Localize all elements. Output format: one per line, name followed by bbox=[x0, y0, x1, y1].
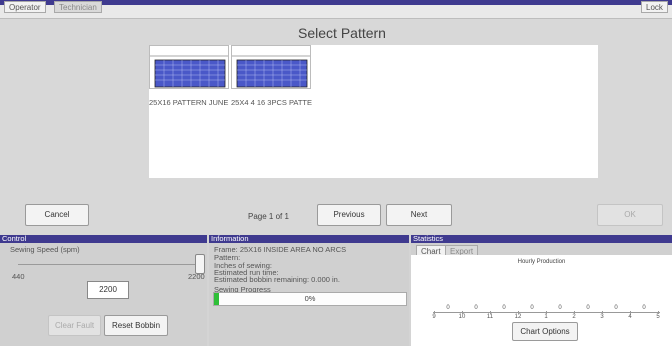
next-button[interactable]: Next bbox=[386, 204, 452, 226]
x-tick-label: 4 bbox=[628, 314, 632, 320]
chart-title: Hourly Production bbox=[517, 259, 566, 265]
x-tick-mark bbox=[602, 311, 603, 314]
pattern-thumbnail[interactable] bbox=[149, 45, 229, 89]
x-tick-label: 2 bbox=[572, 314, 576, 320]
bar-value-label: 0 bbox=[642, 305, 646, 311]
sewing-speed-label: Sewing Speed (spm) bbox=[10, 245, 80, 254]
pattern-preview-icon bbox=[150, 55, 228, 88]
sewing-progress-text: 0% bbox=[304, 294, 316, 303]
bar-value-label: 0 bbox=[558, 305, 562, 311]
reset-bobbin-button[interactable]: Reset Bobbin bbox=[104, 315, 168, 336]
bar-value-label: 0 bbox=[502, 305, 506, 311]
ok-button[interactable]: OK bbox=[597, 204, 663, 226]
page-title: Select Pattern bbox=[298, 25, 386, 41]
statistics-header: Statistics bbox=[411, 235, 672, 243]
clear-fault-button[interactable]: Clear Fault bbox=[48, 315, 101, 336]
pattern-label[interactable]: 25X4 4 16 3PCS PATTERN bbox=[231, 98, 312, 107]
bar-value-label: 0 bbox=[446, 305, 450, 311]
speed-slider-track bbox=[18, 264, 202, 265]
lock-button[interactable]: Lock bbox=[641, 1, 668, 13]
speed-max-label: 2200 bbox=[188, 272, 205, 281]
pattern-preview-icon bbox=[232, 55, 310, 88]
tab-operator[interactable]: Operator bbox=[4, 1, 46, 13]
pattern-thumbnail[interactable] bbox=[231, 45, 311, 89]
x-tick-label: 12 bbox=[514, 314, 522, 320]
x-tick-label: 10 bbox=[458, 314, 466, 320]
x-tick-mark bbox=[546, 311, 547, 314]
chart-options-button[interactable]: Chart Options bbox=[512, 322, 578, 341]
x-tick-label: 5 bbox=[656, 314, 660, 320]
x-tick-mark bbox=[462, 311, 463, 314]
tab-technician[interactable]: Technician bbox=[54, 1, 102, 13]
previous-button[interactable]: Previous bbox=[317, 204, 381, 226]
bar-value-label: 0 bbox=[530, 305, 534, 311]
x-tick-mark bbox=[630, 311, 631, 314]
x-tick-label: 3 bbox=[600, 314, 604, 320]
speed-min-label: 440 bbox=[12, 272, 25, 281]
bar-value-label: 0 bbox=[474, 305, 478, 311]
bobbin-info: Estimated bobbin remaining: 0.000 in. bbox=[214, 275, 340, 284]
speed-slider-thumb[interactable] bbox=[195, 254, 205, 274]
x-tick-mark bbox=[518, 311, 519, 314]
speed-input[interactable]: 2200 bbox=[87, 281, 129, 299]
x-tick-mark bbox=[434, 311, 435, 314]
bar-value-label: 0 bbox=[586, 305, 590, 311]
x-tick-mark bbox=[658, 311, 659, 314]
x-tick-mark bbox=[574, 311, 575, 314]
x-tick-mark bbox=[490, 311, 491, 314]
x-tick-label: 9 bbox=[432, 314, 436, 320]
pattern-label[interactable]: 25X16 PATTERN JUNE 2023 bbox=[149, 98, 230, 107]
information-header: Information bbox=[209, 235, 409, 243]
x-tick-label: 11 bbox=[486, 314, 494, 320]
control-header: Control bbox=[0, 235, 207, 243]
x-tick-label: 1 bbox=[544, 314, 548, 320]
bar-value-label: 0 bbox=[614, 305, 618, 311]
page-indicator: Page 1 of 1 bbox=[248, 212, 289, 221]
cancel-button[interactable]: Cancel bbox=[25, 204, 89, 226]
